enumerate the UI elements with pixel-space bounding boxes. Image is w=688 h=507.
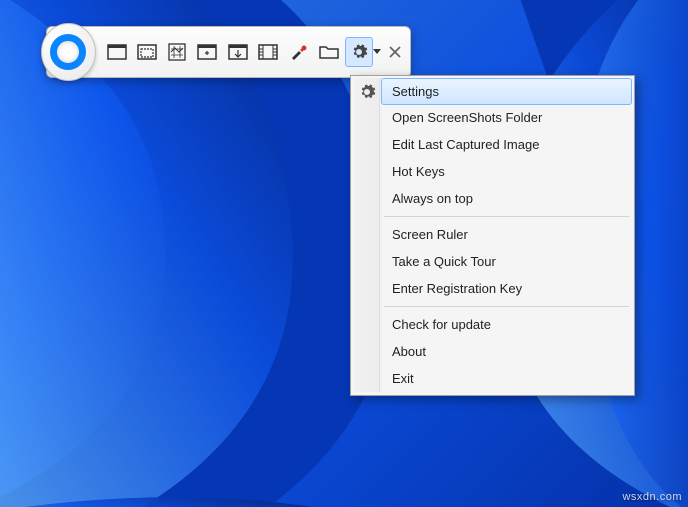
menu-icon-column: [354, 78, 380, 392]
toolbar-close-button[interactable]: [385, 42, 404, 62]
menu-item-label: Hot Keys: [392, 164, 445, 179]
close-icon: [389, 46, 401, 58]
menu-item-screen-ruler[interactable]: Screen Ruler: [382, 221, 631, 248]
capture-active-window-button[interactable]: [133, 37, 161, 67]
menu-item-quick-tour[interactable]: Take a Quick Tour: [382, 248, 631, 275]
menu-item-label: Screen Ruler: [392, 227, 468, 242]
menu-item-label: Open ScreenShots Folder: [392, 110, 542, 125]
settings-dropdown-arrow[interactable]: [372, 49, 381, 55]
film-icon: [258, 44, 278, 60]
eyedropper-icon: [289, 43, 307, 61]
menu-item-label: Settings: [392, 84, 439, 99]
settings-gear-button[interactable]: [345, 37, 373, 67]
menu-item-edit-last[interactable]: Edit Last Captured Image: [382, 131, 631, 158]
region-icon: [168, 43, 186, 61]
menu-item-label: Exit: [392, 371, 414, 386]
menu-item-label: Edit Last Captured Image: [392, 137, 539, 152]
menu-item-check-update[interactable]: Check for update: [382, 311, 631, 338]
gear-icon: [358, 83, 376, 101]
scrolling-icon: [228, 44, 248, 60]
capture-scrolling-button[interactable]: [224, 37, 252, 67]
menu-item-label: About: [392, 344, 426, 359]
folder-icon: [319, 44, 339, 60]
menu-item-always-on-top[interactable]: Always on top: [382, 185, 631, 212]
fullscreen-icon: [107, 44, 127, 60]
screenshot-toolbar: [46, 26, 411, 78]
menu-item-label: Enter Registration Key: [392, 281, 522, 296]
menu-item-hot-keys[interactable]: Hot Keys: [382, 158, 631, 185]
menu-separator: [384, 306, 629, 307]
active-window-icon: [137, 44, 157, 60]
gear-icon: [350, 43, 368, 61]
menu-item-settings[interactable]: Settings: [381, 78, 632, 105]
color-picker-button[interactable]: [284, 37, 312, 67]
chevron-down-icon: [373, 49, 381, 55]
settings-context-menu: Settings Open ScreenShots Folder Edit La…: [350, 75, 635, 396]
menu-item-label: Check for update: [392, 317, 491, 332]
fixed-region-icon: [197, 44, 217, 60]
menu-item-label: Always on top: [392, 191, 473, 206]
logo-ring-icon: [50, 34, 86, 70]
screen-recorder-button[interactable]: [254, 37, 282, 67]
menu-separator: [384, 216, 629, 217]
app-logo[interactable]: [41, 23, 96, 81]
menu-item-label: Take a Quick Tour: [392, 254, 496, 269]
open-folder-button[interactable]: [314, 37, 342, 67]
watermark-text: wsxdn.com: [622, 491, 682, 503]
capture-fullscreen-button[interactable]: [103, 37, 131, 67]
menu-item-registration[interactable]: Enter Registration Key: [382, 275, 631, 302]
menu-item-exit[interactable]: Exit: [382, 365, 631, 392]
menu-item-open-folder[interactable]: Open ScreenShots Folder: [382, 104, 631, 131]
capture-fixed-region-button[interactable]: [193, 37, 221, 67]
menu-item-about[interactable]: About: [382, 338, 631, 365]
capture-region-button[interactable]: [163, 37, 191, 67]
